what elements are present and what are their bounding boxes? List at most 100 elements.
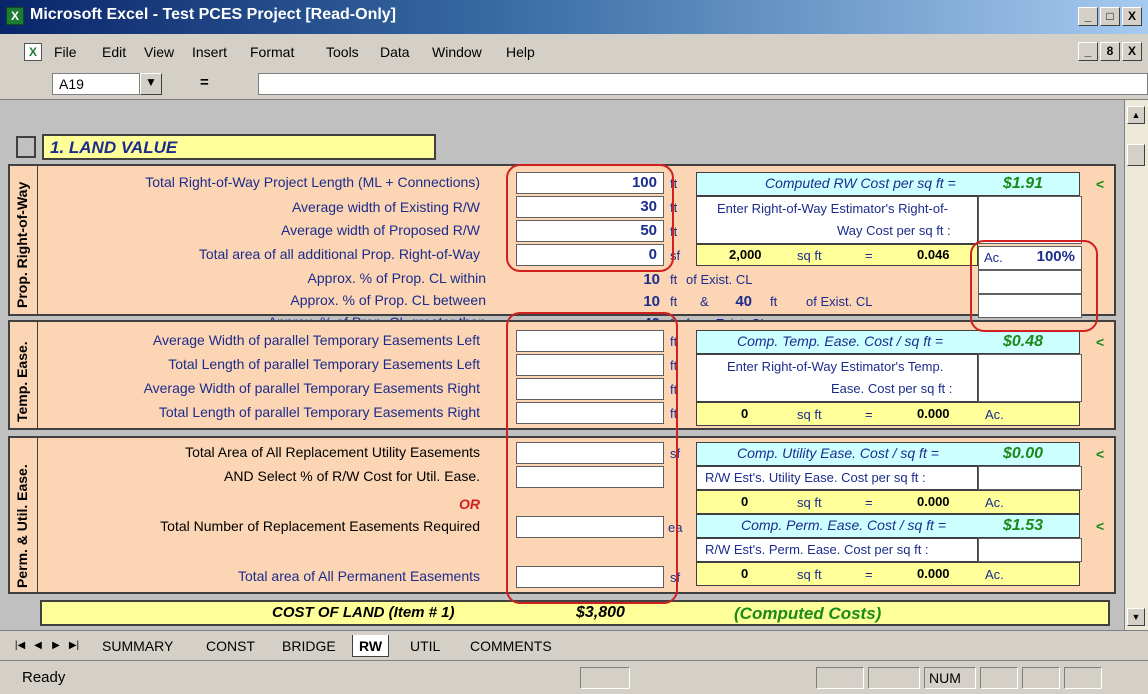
temp-area-row: 0 sq ft = 0.000 Ac. — [696, 402, 1080, 426]
computed-perm-cost-label: Comp. Perm. Ease. Cost / sq ft = — [741, 517, 947, 533]
ac-label: Ac. — [985, 495, 1004, 510]
name-box-dropdown-icon[interactable]: ▼ — [140, 73, 162, 95]
computed-perm-cost-box: Comp. Perm. Ease. Cost / sq ft = $1.53 — [696, 514, 1080, 538]
util-area-row: 0 sq ft = 0.000 Ac. — [696, 490, 1080, 514]
cl-text: of Exist. CL — [806, 294, 873, 309]
menu-tools[interactable]: Tools — [326, 44, 359, 60]
side-label-perm-util-ease: Perm. & Util. Ease. — [14, 464, 30, 588]
ac-label: Ac. — [985, 407, 1004, 422]
util-cost-input[interactable] — [978, 466, 1082, 490]
temp-area-ac: 0.000 — [917, 406, 950, 421]
sheet-tab-bar: |◀ ◀ ▶ ▶| SUMMARY CONST BRIDGE RW UTIL C… — [0, 630, 1148, 660]
computed-temp-cost-label: Comp. Temp. Ease. Cost / sq ft = — [737, 333, 944, 349]
window-title: Microsoft Excel - Test PCES Project [Rea… — [30, 6, 397, 23]
util-cost-enter-box: R/W Est's. Utility Ease. Cost per sq ft … — [696, 466, 978, 490]
tab-const[interactable]: CONST — [200, 635, 261, 657]
rw-cost-input[interactable] — [978, 196, 1082, 244]
sqft-label: sq ft — [797, 407, 822, 422]
util-cost-enter-label: R/W Est's. Utility Ease. Cost per sq ft … — [705, 470, 926, 485]
menu-format[interactable]: Format — [250, 44, 294, 60]
row-label: Total Area of All Replacement Utility Ea… — [185, 444, 480, 460]
cl-text: of Exist. CL — [686, 272, 753, 287]
sqft-label: sq ft — [797, 567, 822, 582]
doc-close-button[interactable]: X — [1122, 42, 1142, 61]
status-panel — [1022, 667, 1060, 689]
formula-input[interactable] — [258, 73, 1148, 95]
side-label-right-of-way: Prop. Right-of-Way — [14, 181, 30, 308]
row-label: Average Width of parallel Temporary Ease… — [152, 332, 480, 348]
title-bar: X Microsoft Excel - Test PCES Project [R… — [0, 0, 1148, 34]
rw-area-row: 2,000 sq ft = 0.046 — [696, 244, 978, 266]
tab-util[interactable]: UTIL — [404, 635, 446, 657]
sidebar-perm-util-ease: Perm. & Util. Ease. — [10, 438, 38, 592]
arrow-icon: < — [1096, 176, 1105, 192]
tab-bridge[interactable]: BRIDGE — [276, 635, 342, 657]
enter-temp-cost-label: Ease. Cost per sq ft : — [831, 381, 953, 396]
menu-help[interactable]: Help — [506, 44, 535, 60]
workbook-icon[interactable]: X — [24, 43, 42, 61]
doc-restore-button[interactable]: 8 — [1100, 42, 1120, 61]
annotation-highlight — [506, 312, 678, 604]
tab-rw[interactable]: RW — [352, 635, 390, 657]
excel-app-icon[interactable]: X — [6, 7, 24, 25]
util-area-sqft: 0 — [741, 494, 749, 509]
rw-area-ac: 0.046 — [917, 247, 950, 262]
temp-cost-input[interactable] — [978, 354, 1082, 402]
menu-bar: X File Edit View Insert Format Tools Dat… — [0, 34, 1148, 68]
rw-area-sqft: 2,000 — [729, 247, 762, 262]
name-box[interactable]: A19 — [52, 73, 140, 95]
perm-cost-enter-label: R/W Est's. Perm. Ease. Cost per sq ft : — [705, 542, 929, 557]
menu-insert[interactable]: Insert — [192, 44, 227, 60]
perm-cost-input[interactable] — [978, 538, 1082, 562]
formula-equals-button[interactable]: = — [200, 74, 209, 91]
doc-minimize-button[interactable]: _ — [1078, 42, 1098, 61]
tab-first-icon[interactable]: |◀ — [12, 639, 28, 653]
equals-label: = — [865, 248, 873, 263]
worksheet: 1. LAND VALUE Prop. Right-of-Way Total R… — [0, 100, 1124, 630]
tab-last-icon[interactable]: ▶| — [66, 639, 82, 653]
scroll-down-icon[interactable]: ▼ — [1127, 608, 1145, 626]
minimize-button[interactable]: _ — [1078, 7, 1098, 26]
maximize-button[interactable]: □ — [1100, 7, 1120, 26]
cl-between-a-value: 10 — [643, 293, 660, 310]
menu-file[interactable]: File — [54, 44, 77, 60]
status-panel — [816, 667, 864, 689]
temp-area-sqft: 0 — [741, 406, 749, 421]
perm-cost-enter-box: R/W Est's. Perm. Ease. Cost per sq ft : — [696, 538, 978, 562]
scroll-thumb[interactable] — [1127, 144, 1145, 166]
tab-next-icon[interactable]: ▶ — [48, 639, 64, 653]
row-label: Total area of All Permanent Easements — [237, 568, 480, 584]
enter-rw-cost-box: Enter Right-of-Way Estimator's Right-of-… — [696, 196, 978, 244]
menu-view[interactable]: View — [144, 44, 174, 60]
tab-comments[interactable]: COMMENTS — [464, 635, 558, 657]
row-label: Total Length of parallel Temporary Easem… — [168, 356, 480, 372]
row-label: Average Width of parallel Temporary Ease… — [143, 380, 480, 396]
enter-temp-cost-label: Enter Right-of-Way Estimator's Temp. — [727, 359, 944, 374]
perm-area-sqft: 0 — [741, 566, 749, 581]
computed-util-cost-value: $0.00 — [1003, 445, 1044, 462]
menu-window[interactable]: Window — [432, 44, 482, 60]
unit-label: ft — [670, 294, 678, 309]
row-label: Total area of all additional Prop. Right… — [198, 246, 480, 262]
vertical-scrollbar[interactable]: ▲ ▼ — [1124, 100, 1148, 630]
equals-label: = — [865, 567, 873, 582]
status-num-indicator: NUM — [924, 667, 976, 689]
row-marker — [16, 136, 36, 158]
menu-data[interactable]: Data — [380, 44, 410, 60]
formula-bar: A19 ▼ = — [0, 68, 1148, 100]
tab-prev-icon[interactable]: ◀ — [30, 639, 46, 653]
tab-summary[interactable]: SUMMARY — [96, 635, 179, 657]
perm-area-ac: 0.000 — [917, 566, 950, 581]
sqft-label: sq ft — [797, 248, 822, 263]
scroll-up-icon[interactable]: ▲ — [1127, 106, 1145, 124]
status-panel — [980, 667, 1018, 689]
enter-temp-cost-box: Enter Right-of-Way Estimator's Temp. Eas… — [696, 354, 978, 402]
section-header: 1. LAND VALUE — [42, 134, 436, 160]
close-button[interactable]: X — [1122, 7, 1142, 26]
computed-perm-cost-value: $1.53 — [1003, 517, 1044, 534]
row-label: AND Select % of R/W Cost for Util. Ease. — [224, 468, 480, 484]
cl-amp: & — [700, 294, 709, 309]
status-bar: Ready NUM — [0, 660, 1148, 694]
menu-edit[interactable]: Edit — [102, 44, 126, 60]
computed-util-cost-box: Comp. Utility Ease. Cost / sq ft = $0.00 — [696, 442, 1080, 466]
